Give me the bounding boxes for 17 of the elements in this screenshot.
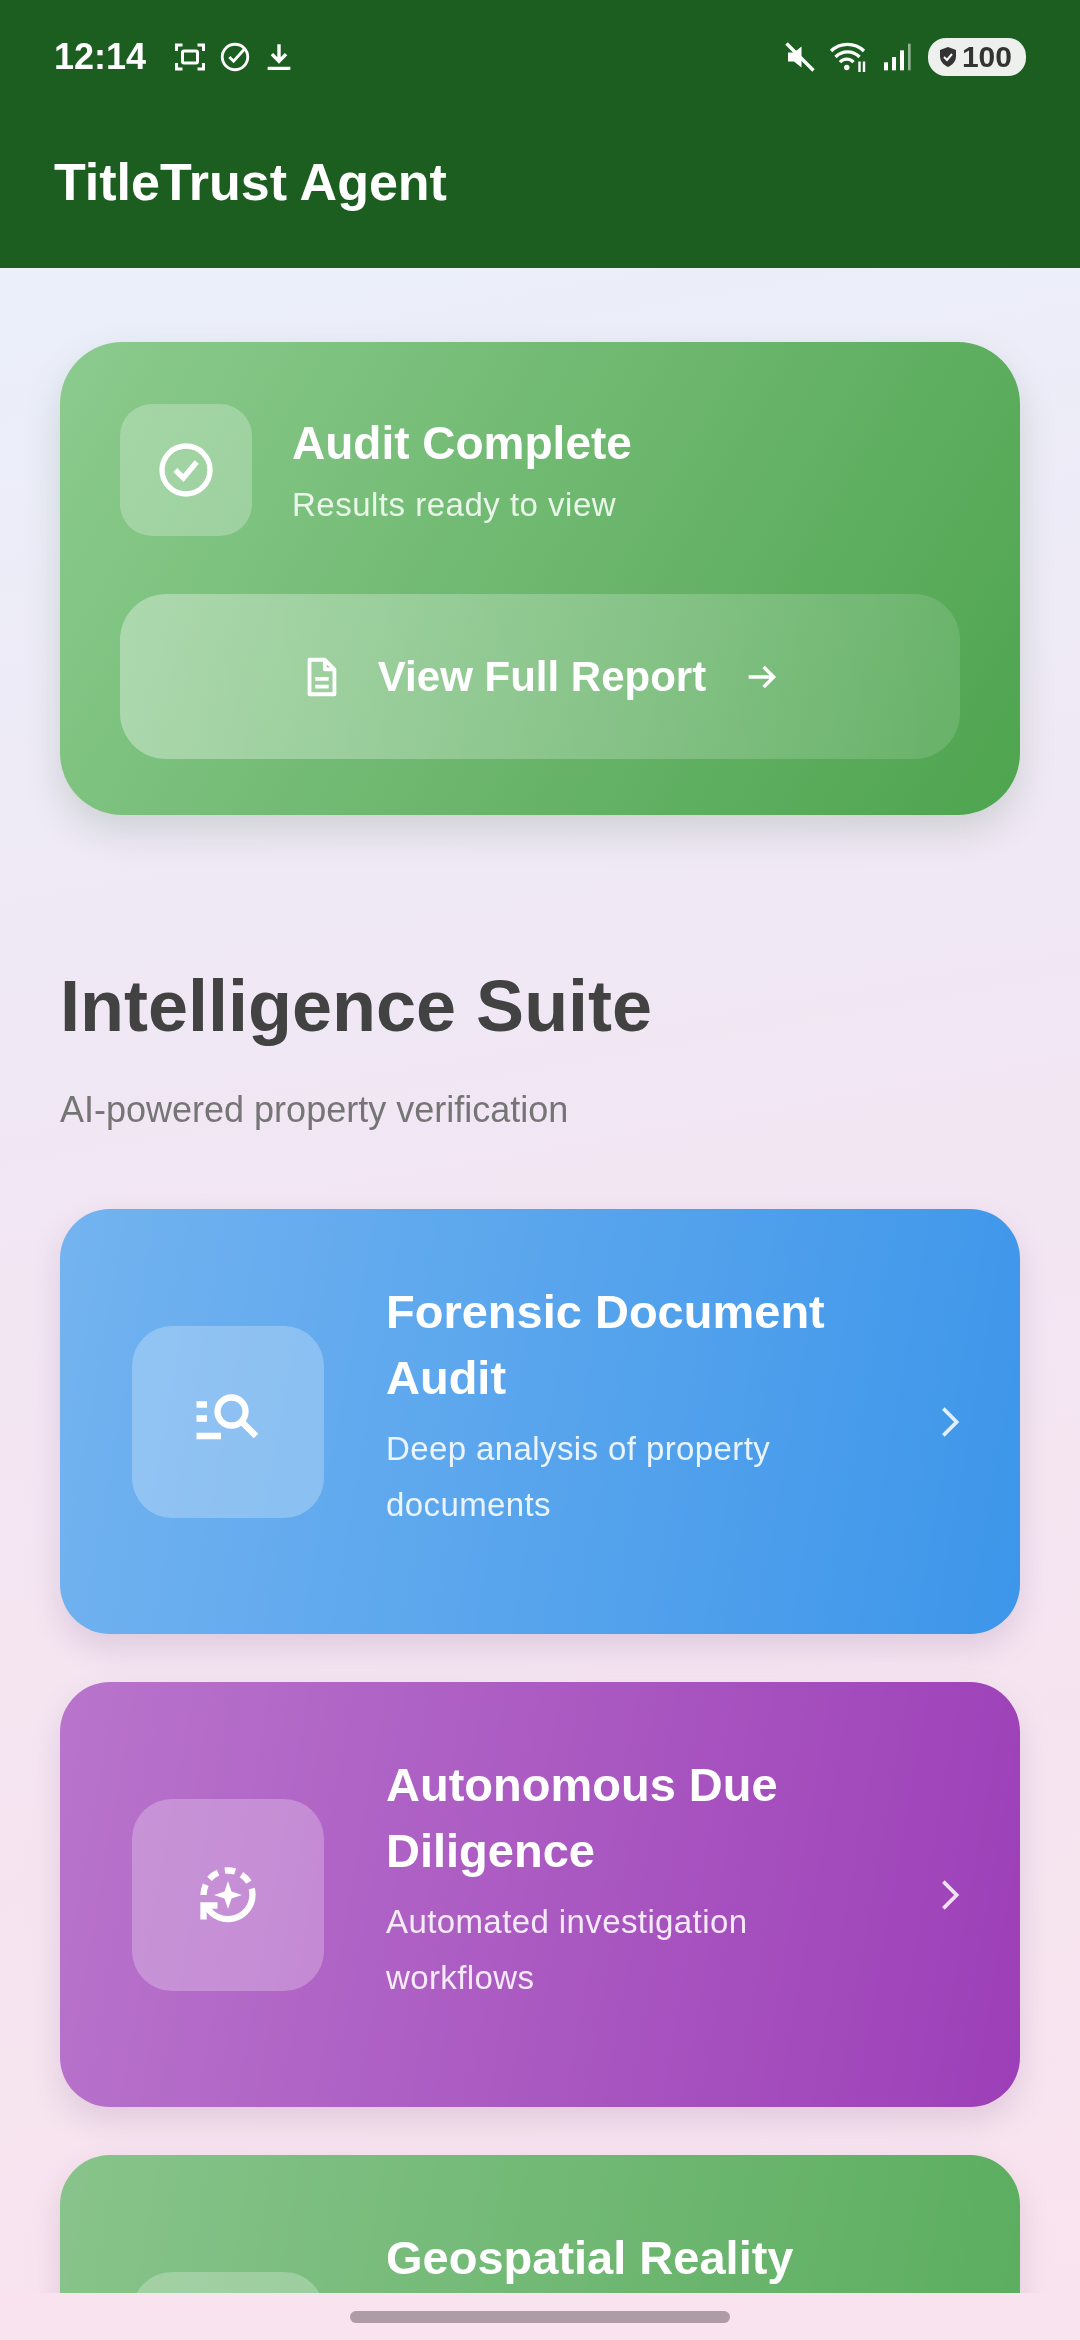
feature-title: Autonomous Due Diligence	[386, 1757, 779, 1879]
status-time: 12:14	[54, 36, 147, 78]
home-indicator[interactable]	[350, 2310, 730, 2323]
feature-title: Geospatial Reality	[386, 2230, 795, 2286]
feature-card[interactable]: Autonomous Due Diligence Automated investigation workflows	[60, 1682, 1020, 2107]
section-title: Intelligence Suite	[60, 965, 654, 1047]
feature-description: Deep analysis of property documents	[386, 1429, 772, 1525]
section-subtitle: AI-powered property verification	[60, 1089, 570, 1131]
audit-subtitle: Results ready to view	[292, 486, 618, 524]
feature-card[interactable]: Forensic Document Audit Deep analysis of property documents	[60, 1209, 1020, 1634]
view-report-button[interactable]: View Full Report	[120, 594, 960, 759]
audit-title: Audit Complete	[292, 416, 632, 470]
app-title: TitleTrust Agent	[54, 152, 448, 212]
battery-level: 100	[961, 40, 1012, 74]
feature-title: Forensic Document Audit	[386, 1284, 826, 1406]
feature-card[interactable]: Geospatial Reality	[60, 2155, 1020, 2293]
feature-description: Automated investigation workflows	[386, 1902, 749, 1998]
